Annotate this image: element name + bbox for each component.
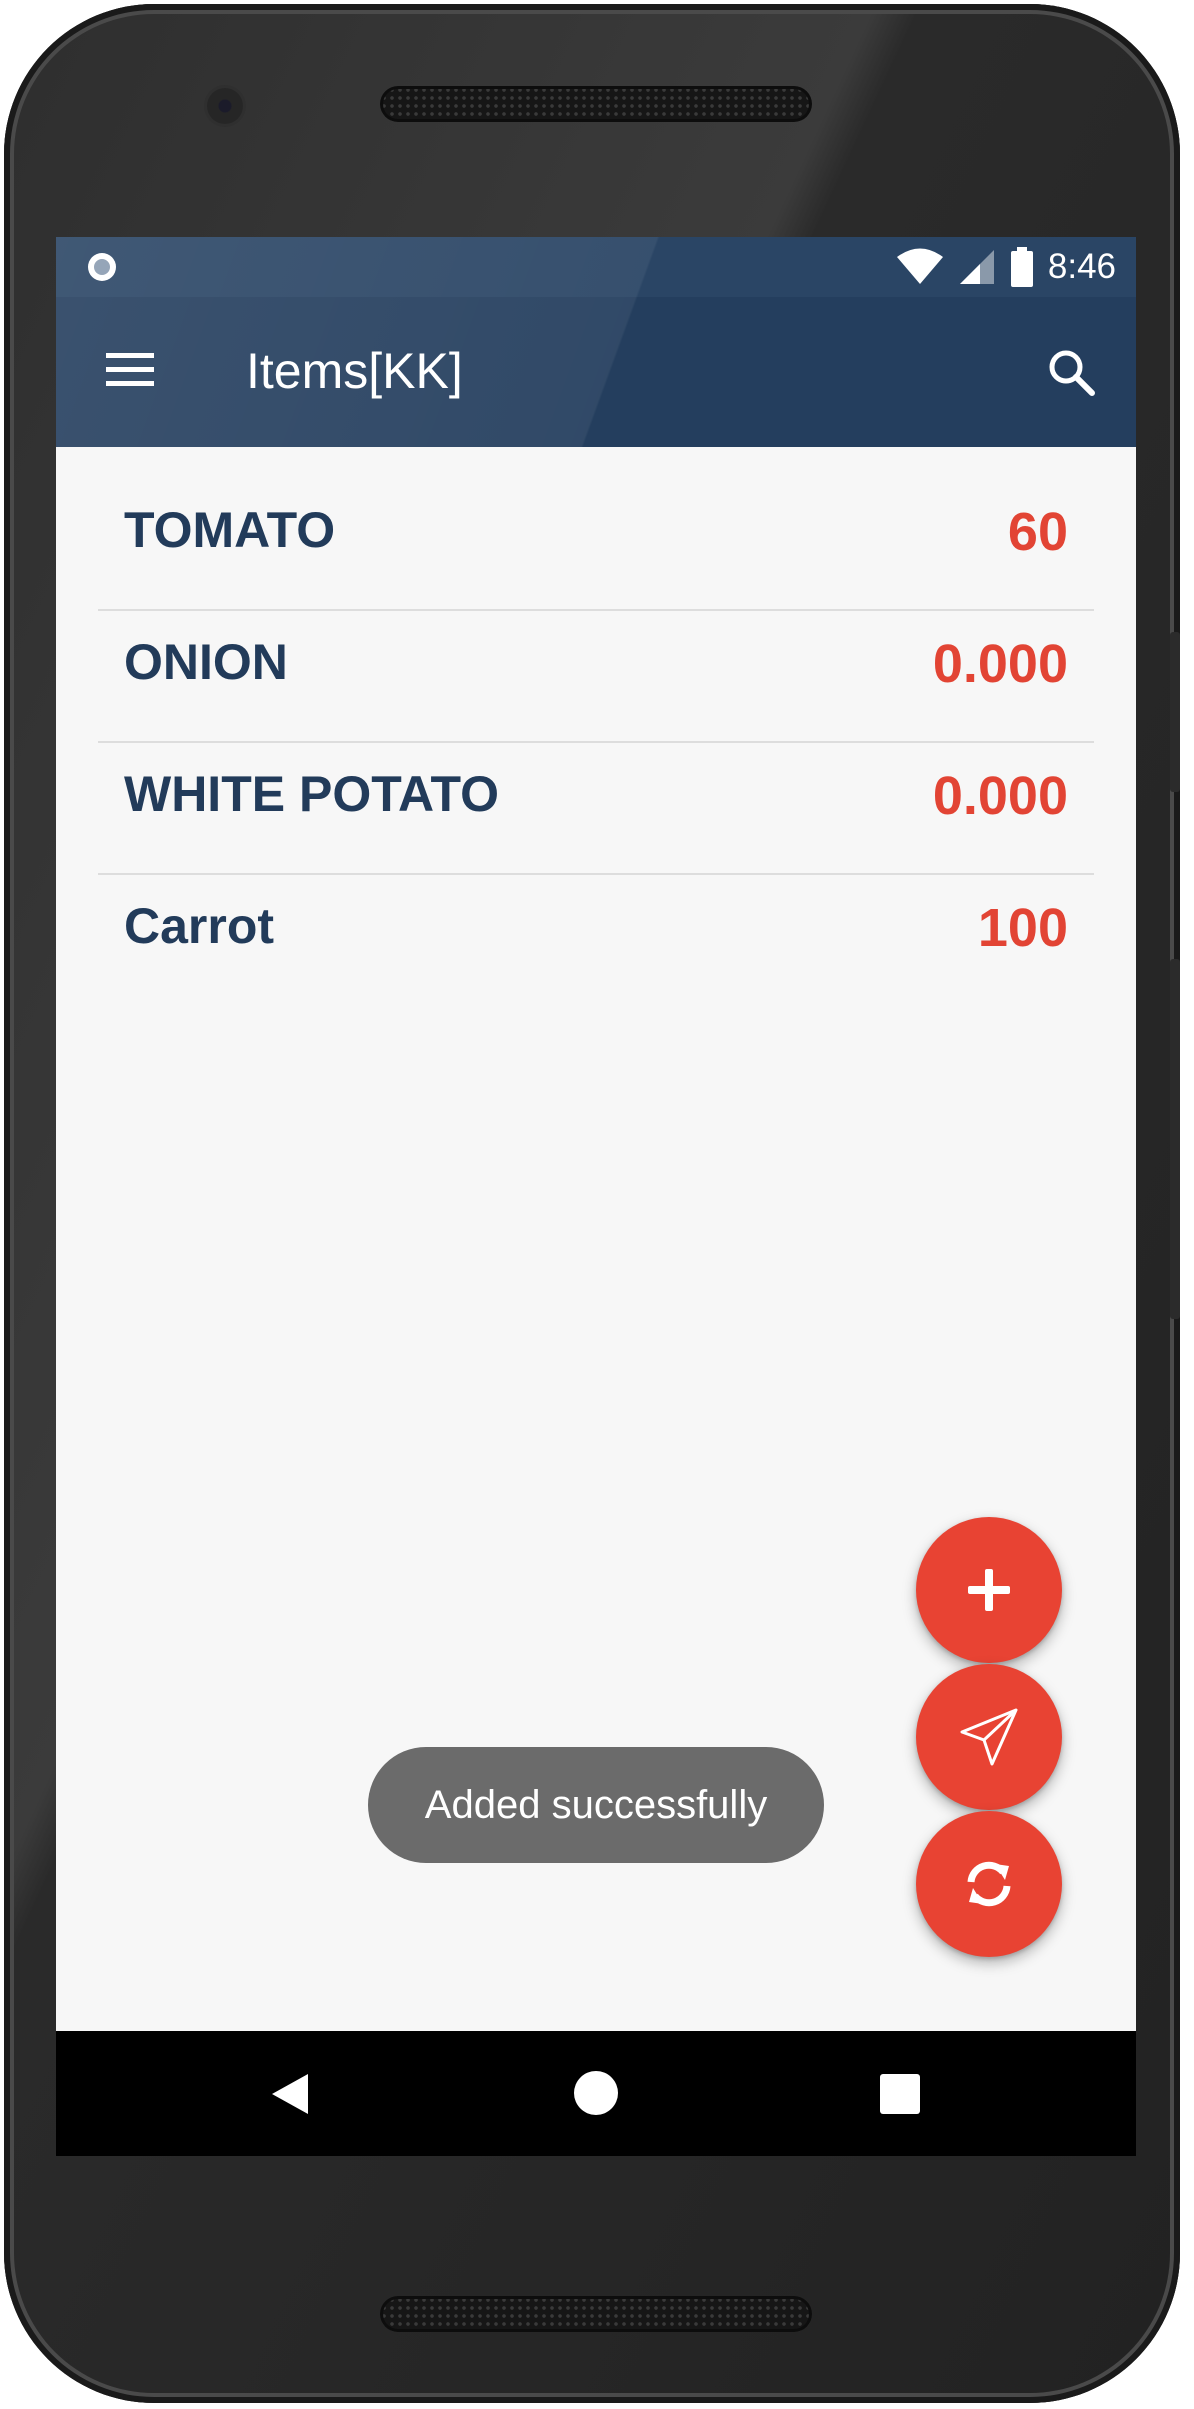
screen: 8:46 Items[KK] TOMATO 60 ONION 0.000 WHI… xyxy=(56,237,1136,2156)
notification-dot-icon xyxy=(88,253,116,281)
send-button[interactable] xyxy=(916,1664,1062,1810)
phone-frame: 8:46 Items[KK] TOMATO 60 ONION 0.000 WHI… xyxy=(4,4,1180,2403)
item-name: TOMATO xyxy=(124,502,336,558)
item-name: ONION xyxy=(124,634,288,690)
list-item[interactable]: Carrot 100 xyxy=(98,875,1094,1007)
list-item[interactable]: WHITE POTATO 0.000 xyxy=(98,743,1094,875)
hamburger-menu-icon[interactable] xyxy=(104,347,156,391)
list-item[interactable]: ONION 0.000 xyxy=(98,611,1094,743)
add-item-button[interactable] xyxy=(916,1517,1062,1663)
status-bar: 8:46 xyxy=(56,237,1136,297)
front-camera xyxy=(207,88,243,124)
plus-icon xyxy=(968,1569,1010,1611)
items-list: TOMATO 60 ONION 0.000 WHITE POTATO 0.000… xyxy=(98,479,1094,1007)
sync-button[interactable] xyxy=(916,1811,1062,1957)
item-quantity: 100 xyxy=(977,898,1068,958)
item-quantity: 60 xyxy=(1007,502,1068,562)
battery-icon xyxy=(1010,247,1033,287)
item-name: Carrot xyxy=(124,898,275,954)
status-clock: 8:46 xyxy=(1047,247,1116,286)
search-icon xyxy=(1049,350,1095,396)
status-icons: 8:46 xyxy=(896,245,1116,289)
item-name: WHITE POTATO xyxy=(124,766,499,822)
recents-icon[interactable] xyxy=(880,2074,920,2114)
item-quantity: 0.000 xyxy=(932,634,1068,694)
earpiece-speaker xyxy=(380,86,812,122)
app-bar xyxy=(56,297,1136,447)
volume-rocker[interactable] xyxy=(1170,959,1180,1319)
item-quantity: 0.000 xyxy=(932,766,1068,826)
cell-signal-icon xyxy=(959,250,994,284)
search-button[interactable] xyxy=(1036,337,1106,407)
home-icon[interactable] xyxy=(574,2071,618,2115)
send-icon xyxy=(960,1708,1018,1766)
sync-icon xyxy=(967,1861,1011,1907)
list-item[interactable]: TOMATO 60 xyxy=(98,479,1094,611)
navigation-bar xyxy=(56,2031,1136,2156)
bottom-speaker xyxy=(380,2296,812,2332)
back-icon[interactable] xyxy=(268,2071,314,2117)
page-title: Items[KK] xyxy=(246,343,463,399)
power-button[interactable] xyxy=(1170,632,1180,792)
toast-message: Added successfully xyxy=(368,1747,824,1863)
wifi-icon xyxy=(896,248,943,284)
